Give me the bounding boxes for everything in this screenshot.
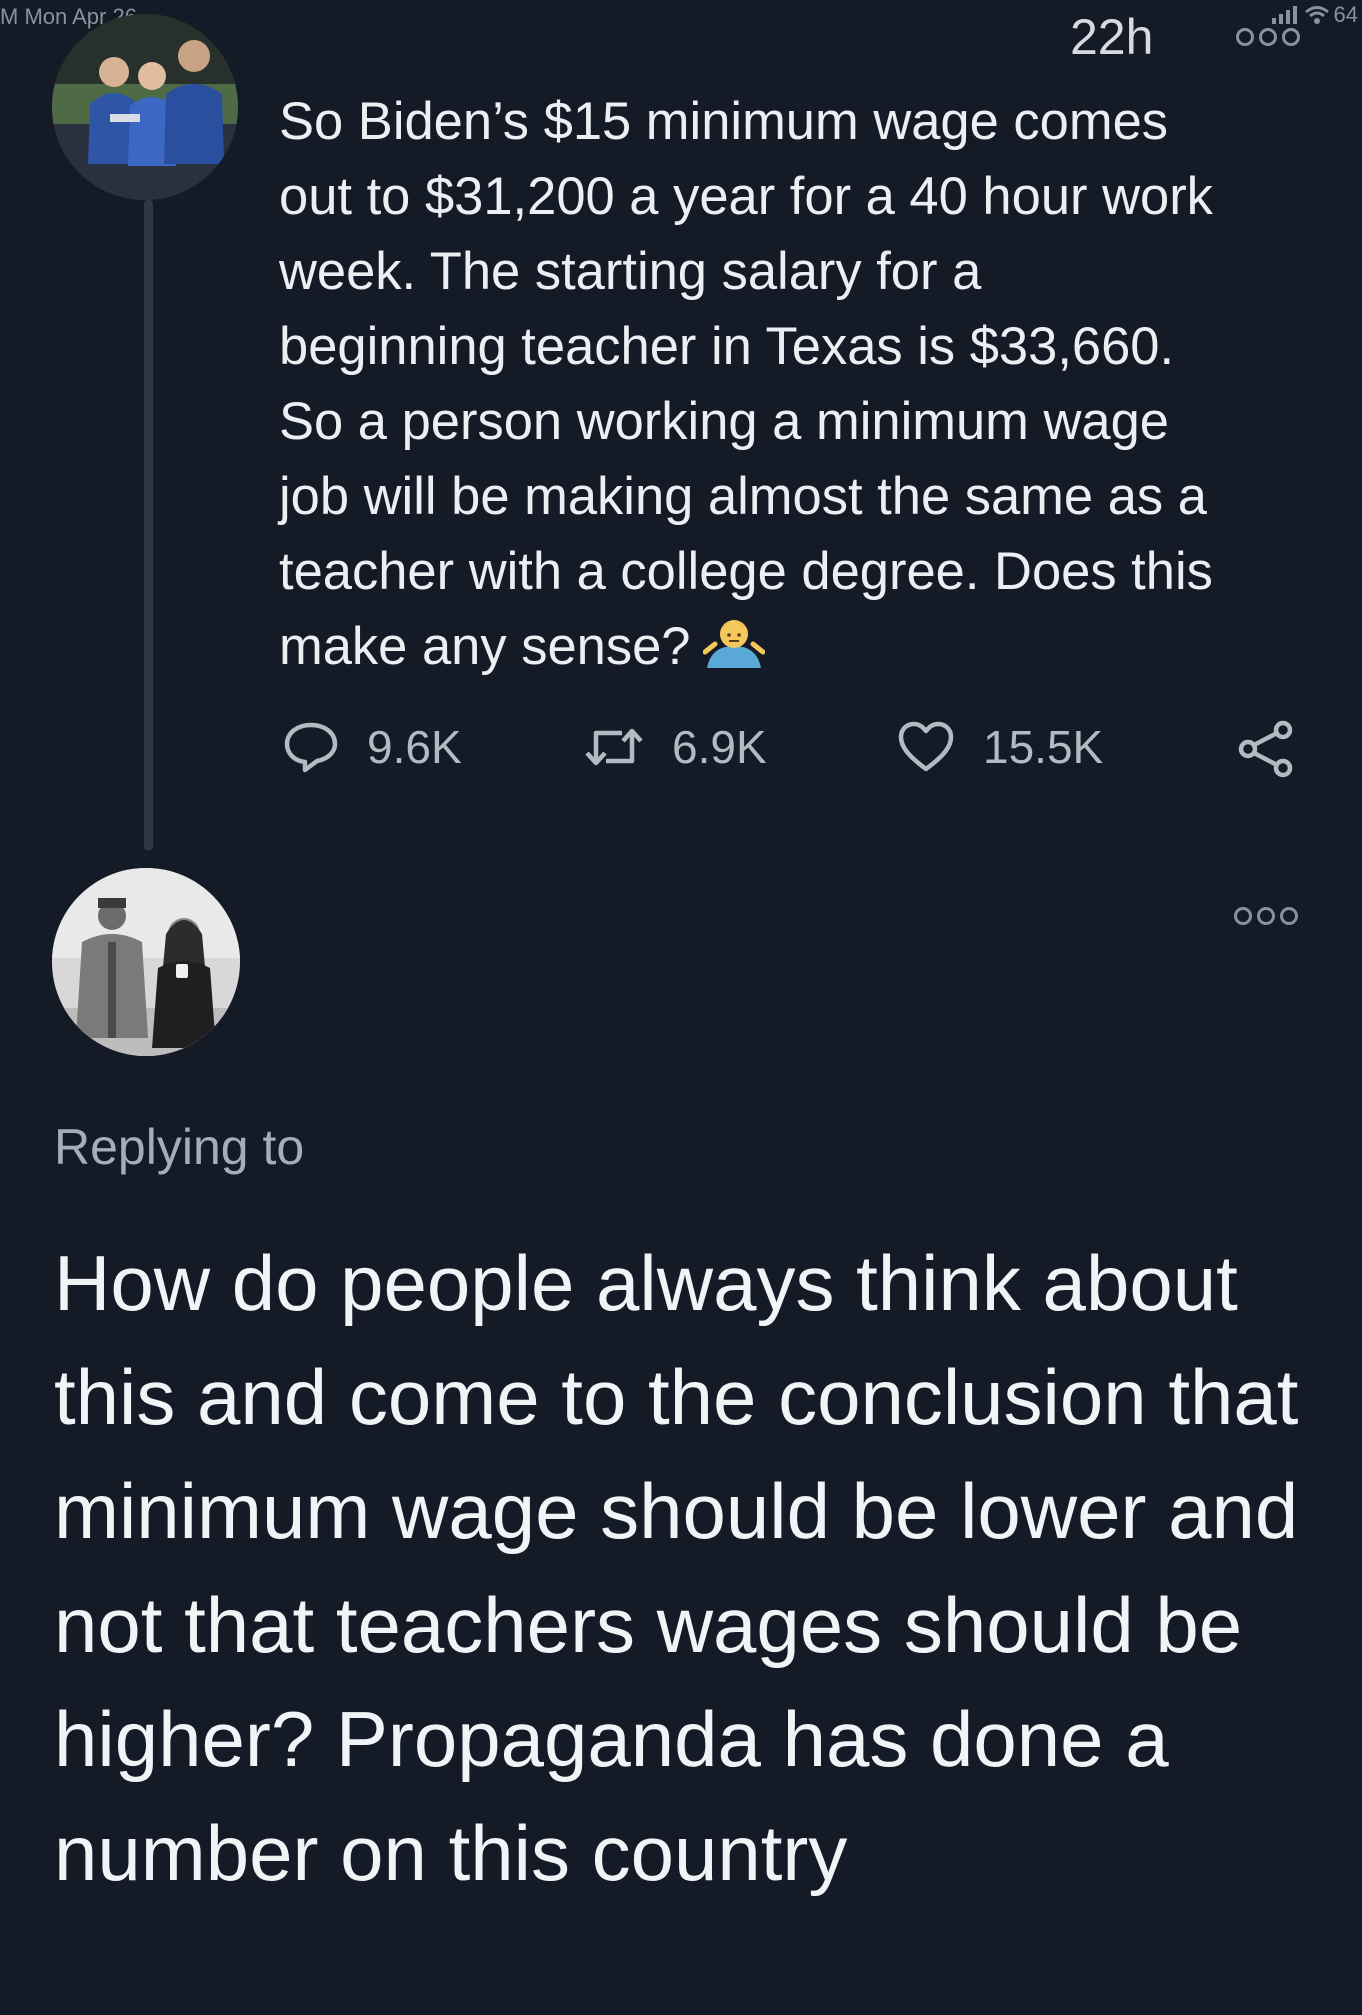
thread-connector-line: [144, 200, 153, 850]
retweet-count: 6.9K: [672, 721, 767, 773]
share-icon: [1238, 720, 1293, 778]
replying-to-label: Replying to: [54, 1119, 305, 1175]
original-tweet-text: So Biden’s $15 minimum wage comes out to…: [279, 84, 1309, 690]
original-tweet-body: So Biden’s $15 minimum wage comes out to…: [279, 92, 1213, 676]
wifi-icon: [1304, 6, 1329, 24]
retweet-icon: [585, 728, 643, 766]
share-button[interactable]: [1235, 720, 1297, 778]
retweet-button[interactable]: 6.9K: [584, 720, 767, 774]
battery-percent: 64: [1333, 2, 1358, 27]
like-button[interactable]: 15.5K: [897, 720, 1103, 774]
reply-tweet-text: How do people always think about this an…: [54, 1239, 1299, 1897]
reply-author-avatar[interactable]: [52, 868, 240, 1056]
ellipsis-circles-icon[interactable]: [1234, 907, 1298, 925]
reply-icon: [284, 722, 338, 773]
heart-icon: [898, 721, 954, 772]
ellipsis-circles-icon[interactable]: [1236, 28, 1300, 46]
reply-button[interactable]: 9.6K: [283, 720, 462, 774]
status-bar: M Mon Apr 26 64: [0, 0, 1362, 36]
status-icons: 64: [1271, 2, 1358, 28]
signal-icon: [1271, 6, 1297, 24]
tweet-action-bar: 9.6K 6.9K 15.5K: [279, 720, 1319, 780]
original-author-avatar[interactable]: [52, 14, 238, 200]
like-count: 15.5K: [983, 721, 1104, 773]
reply-count: 9.6K: [367, 721, 462, 773]
tweet-timestamp[interactable]: 22h: [1070, 8, 1153, 66]
person-shrugging-emoji: [702, 615, 765, 690]
